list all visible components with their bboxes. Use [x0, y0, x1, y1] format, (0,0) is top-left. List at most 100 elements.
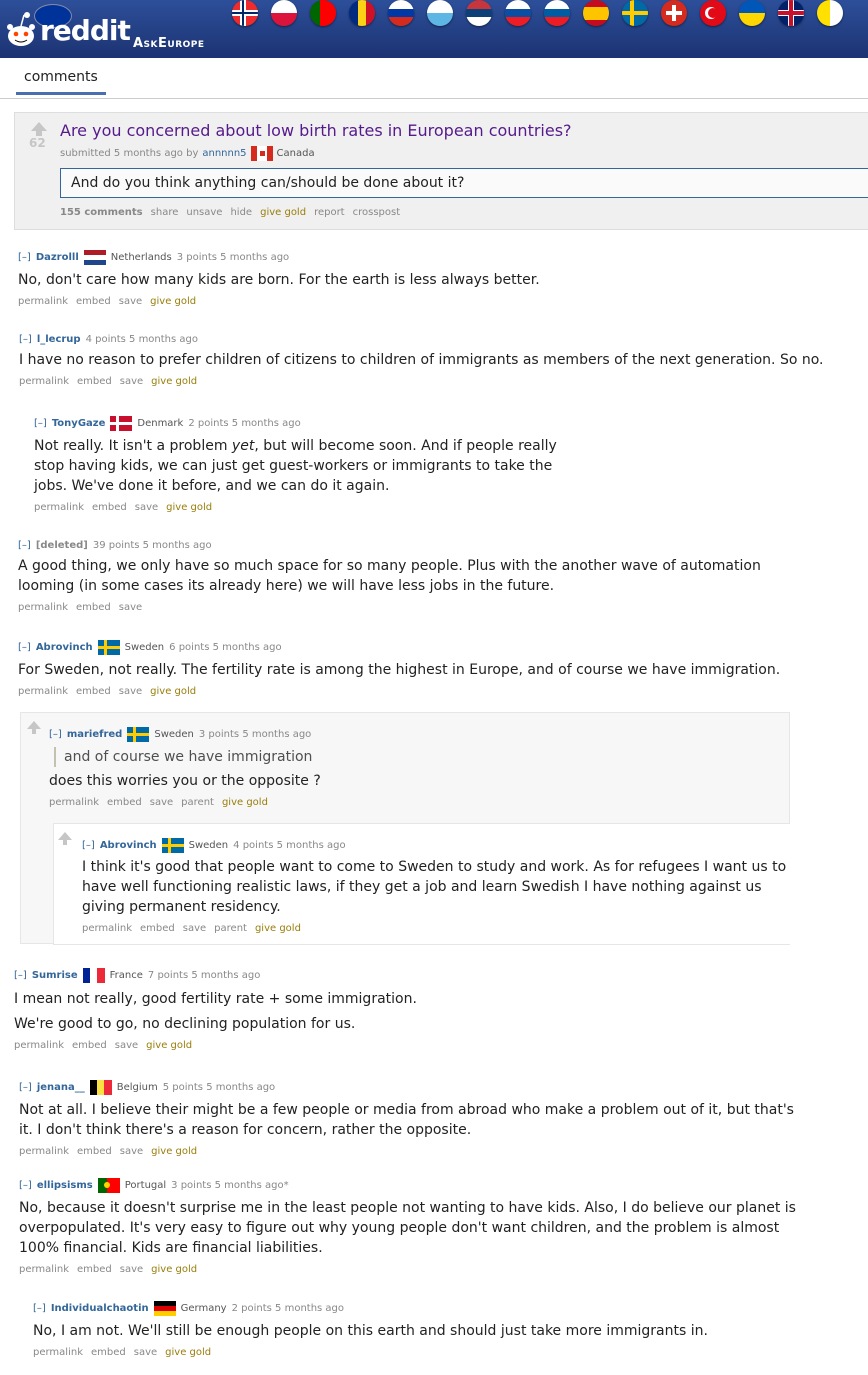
romania-flag-icon[interactable] — [349, 0, 375, 26]
embed-button[interactable]: embed — [140, 923, 175, 934]
comment-author[interactable]: l_lecrup — [37, 334, 81, 345]
embed-button[interactable]: embed — [91, 1347, 126, 1358]
portugal-flag-icon[interactable] — [310, 0, 336, 26]
parent-button[interactable]: parent — [214, 923, 247, 934]
permalink-button[interactable]: permalink — [18, 296, 68, 307]
collapse-toggle[interactable]: [–] — [18, 642, 31, 653]
uk-flag-icon[interactable] — [778, 0, 804, 26]
comment-author[interactable]: Dazrolll — [36, 252, 79, 263]
give-gold-button[interactable]: give gold — [146, 1040, 192, 1051]
give-gold-button[interactable]: give gold — [151, 1146, 197, 1157]
save-button[interactable]: save — [135, 502, 158, 513]
permalink-button[interactable]: permalink — [33, 1347, 83, 1358]
slovenia-flag-icon[interactable] — [544, 0, 570, 26]
comment-author[interactable]: Abrovinch — [100, 840, 157, 851]
post-title[interactable]: Are you concerned about low birth rates … — [60, 121, 572, 140]
reddit-logo[interactable]: reddit — [40, 14, 131, 47]
collapse-toggle[interactable]: [–] — [49, 729, 62, 740]
reddit-alien-icon[interactable] — [4, 6, 38, 50]
permalink-button[interactable]: permalink — [34, 502, 84, 513]
save-button[interactable]: save — [183, 923, 206, 934]
comment-author[interactable]: ellipsisms — [37, 1180, 93, 1191]
give-gold-button[interactable]: give gold — [151, 1264, 197, 1275]
save-button[interactable]: save — [120, 376, 143, 387]
collapse-toggle[interactable]: [–] — [18, 540, 31, 551]
slovakia-flag-icon[interactable] — [505, 0, 531, 26]
share-button[interactable]: share — [151, 207, 179, 218]
serbia-flag-icon[interactable] — [466, 0, 492, 26]
comment-author[interactable]: Sumrise — [32, 970, 78, 981]
collapse-toggle[interactable]: [–] — [33, 1303, 46, 1314]
upvote-arrow-icon[interactable] — [31, 122, 47, 136]
russia-flag-icon[interactable] — [388, 0, 414, 26]
san-marino-flag-icon[interactable] — [427, 0, 453, 26]
vatican-flag-icon[interactable] — [817, 0, 843, 26]
collapse-toggle[interactable]: [–] — [82, 840, 95, 851]
give-gold-button[interactable]: give gold — [151, 376, 197, 387]
crosspost-button[interactable]: crosspost — [353, 207, 401, 218]
embed-button[interactable]: embed — [76, 296, 111, 307]
embed-button[interactable]: embed — [77, 376, 112, 387]
save-button[interactable]: save — [150, 797, 173, 808]
upvote-arrow-icon[interactable] — [27, 721, 41, 734]
permalink-button[interactable]: permalink — [19, 1146, 69, 1157]
ukraine-flag-icon[interactable] — [739, 0, 765, 26]
permalink-button[interactable]: permalink — [82, 923, 132, 934]
give-gold-button[interactable]: give gold — [150, 296, 196, 307]
comment-author[interactable]: TonyGaze — [52, 418, 106, 429]
switzerland-flag-icon[interactable] — [661, 0, 687, 26]
comment-author[interactable]: Abrovinch — [36, 642, 93, 653]
norway-flag-icon[interactable] — [232, 0, 258, 26]
save-button[interactable]: save — [134, 1347, 157, 1358]
collapse-toggle[interactable]: [–] — [19, 1082, 32, 1093]
permalink-button[interactable]: permalink — [49, 797, 99, 808]
tab-comments[interactable]: comments — [16, 69, 106, 95]
give-gold-button[interactable]: give gold — [150, 686, 196, 697]
comment-author[interactable]: jenana__ — [37, 1082, 85, 1093]
comments-link[interactable]: 155 comments — [60, 207, 143, 218]
upvote-arrow-icon[interactable] — [58, 832, 72, 845]
hide-button[interactable]: hide — [230, 207, 252, 218]
give-gold-button[interactable]: give gold — [166, 502, 212, 513]
save-button[interactable]: save — [120, 1264, 143, 1275]
turkey-flag-icon[interactable] — [700, 0, 726, 26]
save-button[interactable]: save — [115, 1040, 138, 1051]
comment-body: For Sweden, not really. The fertility ra… — [18, 662, 781, 678]
save-button[interactable]: save — [119, 296, 142, 307]
comment-author[interactable]: mariefred — [67, 729, 123, 740]
permalink-button[interactable]: permalink — [19, 1264, 69, 1275]
give-gold-button[interactable]: give gold — [222, 797, 268, 808]
permalink-button[interactable]: permalink — [18, 602, 68, 613]
collapse-toggle[interactable]: [–] — [34, 418, 47, 429]
report-button[interactable]: report — [314, 207, 345, 218]
collapse-toggle[interactable]: [–] — [14, 970, 27, 981]
save-button[interactable]: save — [119, 686, 142, 697]
save-button[interactable]: save — [119, 602, 142, 613]
unsave-button[interactable]: unsave — [186, 207, 222, 218]
embed-button[interactable]: embed — [76, 686, 111, 697]
poland-flag-icon[interactable] — [271, 0, 297, 26]
comment-author[interactable]: Individualchaotin — [51, 1303, 149, 1314]
post-selftext: And do you think anything can/should be … — [60, 168, 868, 198]
embed-button[interactable]: embed — [107, 797, 142, 808]
embed-button[interactable]: embed — [92, 502, 127, 513]
spain-flag-icon[interactable] — [583, 0, 609, 26]
save-button[interactable]: save — [120, 1146, 143, 1157]
permalink-button[interactable]: permalink — [19, 376, 69, 387]
embed-button[interactable]: embed — [76, 602, 111, 613]
embed-button[interactable]: embed — [77, 1146, 112, 1157]
permalink-button[interactable]: permalink — [14, 1040, 64, 1051]
collapse-toggle[interactable]: [–] — [18, 252, 31, 263]
collapse-toggle[interactable]: [–] — [19, 334, 32, 345]
collapse-toggle[interactable]: [–] — [19, 1180, 32, 1191]
give-gold-button[interactable]: give gold — [255, 923, 301, 934]
subreddit-name[interactable]: AskEurope — [133, 36, 205, 51]
post-author[interactable]: annnnn5 — [202, 148, 246, 159]
sweden-flag-icon[interactable] — [622, 0, 648, 26]
embed-button[interactable]: embed — [72, 1040, 107, 1051]
embed-button[interactable]: embed — [77, 1264, 112, 1275]
give-gold-button[interactable]: give gold — [165, 1347, 211, 1358]
parent-button[interactable]: parent — [181, 797, 214, 808]
give-gold-button[interactable]: give gold — [260, 207, 306, 218]
permalink-button[interactable]: permalink — [18, 686, 68, 697]
